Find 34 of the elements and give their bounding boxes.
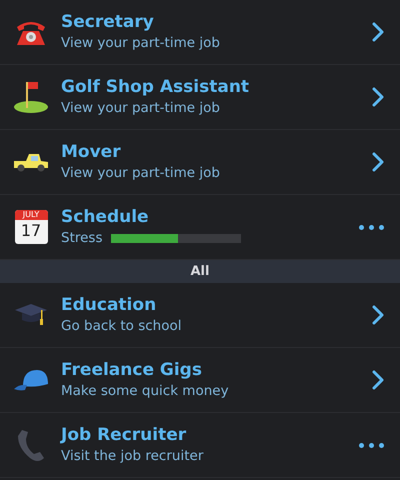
chevron-right-icon: [372, 152, 384, 172]
section-header: All: [190, 263, 210, 281]
chevron-right-icon: [372, 370, 384, 390]
calendar-day: 17: [20, 220, 42, 242]
telephone-handset-icon: [16, 428, 46, 462]
calendar-month: JULY: [14, 210, 48, 220]
chevron-right-icon: [372, 87, 384, 107]
item-title: Secretary: [61, 11, 155, 33]
item-title: Job Recruiter: [61, 424, 188, 446]
item-subtitle: View your part-time job: [61, 99, 221, 118]
list-item[interactable]: Secretary View your part-time job: [0, 0, 400, 64]
item-title: Mover: [61, 141, 122, 163]
meter-label: Stress: [61, 229, 102, 248]
more-icon: [359, 442, 384, 448]
chevron-right-icon: [372, 305, 384, 325]
list-item[interactable]: Job Recruiter Visit the job recruiter: [0, 413, 400, 477]
chevron-right-icon: [372, 22, 384, 42]
list-item[interactable]: Golf Shop Assistant View your part-time job: [0, 65, 400, 129]
item-subtitle: Make some quick money: [61, 382, 230, 401]
golf-flag-icon: [13, 80, 49, 114]
list-item[interactable]: Mover View your part-time job: [0, 130, 400, 194]
list-item[interactable]: Education Go back to school: [0, 283, 400, 347]
item-title: Schedule: [61, 206, 150, 228]
list-item[interactable]: Freelance Gigs Make some quick money: [0, 348, 400, 412]
item-subtitle: Visit the job recruiter: [61, 447, 204, 466]
item-title: Education: [61, 294, 158, 316]
item-title: Golf Shop Assistant: [61, 76, 250, 98]
item-subtitle: View your part-time job: [61, 164, 221, 183]
item-title: Freelance Gigs: [61, 359, 203, 381]
item-subtitle: Go back to school: [61, 317, 183, 336]
item-subtitle: View your part-time job: [61, 34, 221, 53]
list-item[interactable]: JULY 17 Schedule Stress: [0, 195, 400, 259]
more-icon: [359, 224, 384, 230]
pickup-truck-icon: [13, 151, 49, 173]
